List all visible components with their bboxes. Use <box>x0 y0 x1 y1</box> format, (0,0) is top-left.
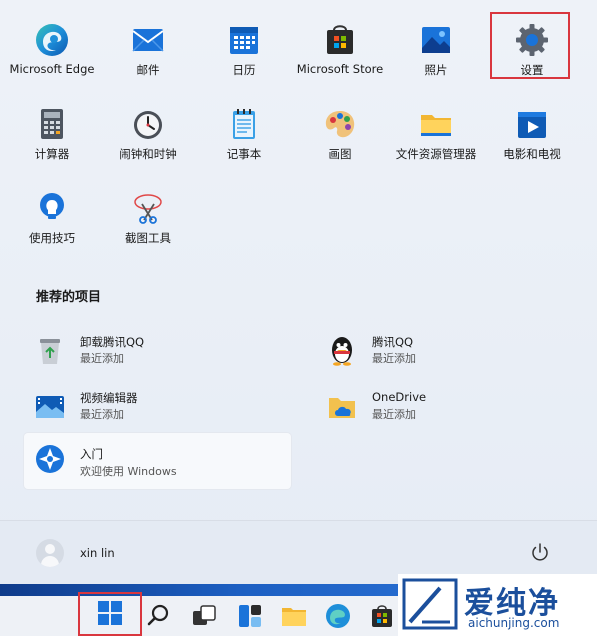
recommended-title: 推荐的项目 <box>36 290 102 305</box>
app-label: 使用技巧 <box>29 231 75 245</box>
app-label: 计算器 <box>34 147 70 161</box>
tips-icon <box>40 193 64 219</box>
app-label: Microsoft Edge <box>9 62 95 76</box>
video-editor-icon <box>36 396 64 418</box>
store-taskbar-icon[interactable] <box>368 602 396 630</box>
recommended-item-sub: 最近添加 <box>80 352 124 365</box>
recommended-item-sub: 最近添加 <box>372 352 416 365</box>
avatar <box>36 539 64 567</box>
pinned-app-calculator[interactable]: 计算器 <box>4 106 100 178</box>
app-label: 电影和电视 <box>503 147 561 161</box>
recommended-item-uninstall-qq[interactable]: 卸载腾讯QQ 最近添加 <box>24 330 284 374</box>
start-menu: Microsoft Edge 邮件 日历 Microsoft Store 照片 … <box>0 0 597 584</box>
qq-penguin-icon <box>332 337 352 366</box>
calendar-icon <box>230 27 258 54</box>
paint-icon <box>325 111 355 138</box>
pinned-app-clock[interactable]: 闹钟和时钟 <box>100 106 196 178</box>
file-explorer-taskbar-icon[interactable] <box>280 602 308 630</box>
recommended-item-name: OneDrive <box>372 390 427 404</box>
recommended-item-onedrive[interactable]: OneDrive 最近添加 <box>316 386 576 430</box>
store-icon <box>327 25 353 54</box>
mail-icon <box>132 29 164 52</box>
app-label: 截图工具 <box>125 231 171 245</box>
recommended-item-sub: 欢迎使用 Windows <box>80 465 177 478</box>
settings-highlight-box <box>490 12 570 79</box>
app-label: Microsoft Store <box>296 62 384 76</box>
edge-taskbar-icon[interactable] <box>324 602 352 630</box>
pinned-app-tips[interactable]: 使用技巧 <box>4 190 100 262</box>
app-label: 日历 <box>232 63 256 77</box>
user-name: xin lin <box>80 546 115 560</box>
app-label: 记事本 <box>226 147 262 161</box>
pinned-app-file-explorer[interactable]: 文件资源管理器 <box>388 106 484 178</box>
pinned-app-movies-tv[interactable]: 电影和电视 <box>484 106 580 178</box>
movies-icon <box>518 112 546 138</box>
snipping-tool-icon <box>134 194 162 224</box>
pinned-app-paint[interactable]: 画图 <box>292 106 388 178</box>
pinned-app-edge[interactable]: Microsoft Edge <box>4 22 100 94</box>
folder-icon <box>421 115 451 136</box>
app-label: 邮件 <box>136 63 160 77</box>
power-icon[interactable] <box>528 541 552 565</box>
recommended-item-qq[interactable]: 腾讯QQ 最近添加 <box>316 330 576 374</box>
pinned-apps-grid: Microsoft Edge 邮件 日历 Microsoft Store 照片 … <box>0 0 597 260</box>
recommended-item-video-editor[interactable]: 视频编辑器 最近添加 <box>24 386 284 430</box>
pinned-app-store[interactable]: Microsoft Store <box>292 22 388 94</box>
recommended-item-get-started[interactable]: 入门 欢迎使用 Windows <box>24 433 291 489</box>
task-view-icon[interactable] <box>190 602 218 630</box>
pinned-app-notepad[interactable]: 记事本 <box>196 106 292 178</box>
watermark-site: aichunjing.com <box>468 616 560 630</box>
get-started-icon <box>36 445 64 473</box>
recommended-item-name: 视频编辑器 <box>80 391 138 405</box>
clock-icon <box>134 111 162 139</box>
recommended-item-name: 入门 <box>80 447 103 461</box>
recommended-item-name: 卸载腾讯QQ <box>80 335 145 349</box>
photos-icon <box>422 27 450 53</box>
pinned-app-photos[interactable]: 照片 <box>388 22 484 94</box>
app-label: 画图 <box>328 147 352 161</box>
pinned-app-snipping-tool[interactable]: 截图工具 <box>100 190 196 262</box>
recycle-bin-icon <box>40 339 60 364</box>
recommended-item-name: 腾讯QQ <box>372 335 414 349</box>
onedrive-folder-icon <box>329 398 355 418</box>
search-icon[interactable] <box>146 602 172 628</box>
app-label: 闹钟和时钟 <box>119 147 177 161</box>
start-button-highlight-box <box>78 592 142 636</box>
edge-icon <box>36 24 68 56</box>
widgets-icon[interactable] <box>236 602 264 630</box>
recommended-item-sub: 最近添加 <box>80 408 124 421</box>
notepad-icon <box>233 109 255 139</box>
app-label: 照片 <box>424 63 448 77</box>
pinned-app-mail[interactable]: 邮件 <box>100 22 196 94</box>
pinned-app-calendar[interactable]: 日历 <box>196 22 292 94</box>
recommended-item-sub: 最近添加 <box>372 408 416 421</box>
calculator-icon <box>41 109 63 139</box>
app-label: 文件资源管理器 <box>395 147 477 161</box>
watermark-logo-icon <box>402 578 458 630</box>
watermark: 爱纯净 aichunjing.com <box>398 574 597 636</box>
